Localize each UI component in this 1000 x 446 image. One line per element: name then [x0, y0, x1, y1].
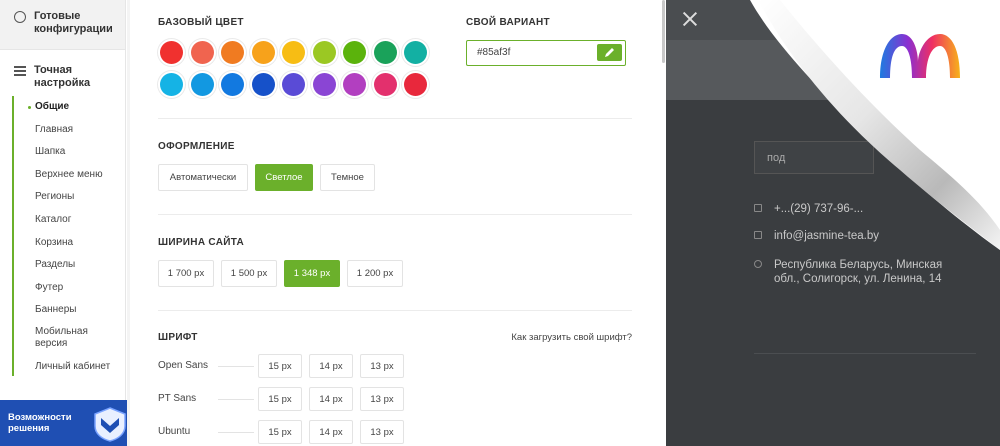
color-swatch[interactable] [373, 73, 397, 96]
font-name-pt-sans: PT Sans [158, 393, 197, 404]
divider [218, 399, 254, 400]
font-name-open-sans: Open Sans [158, 360, 209, 371]
width-option-1700[interactable]: 1 700 px [158, 260, 214, 287]
sidebar-item-label: Готовые конфигурации [34, 10, 113, 35]
color-swatch[interactable] [373, 41, 397, 64]
divider [158, 214, 632, 215]
font-size-option[interactable]: 14 px [309, 387, 353, 411]
design-option-dark[interactable]: Темное [320, 164, 375, 191]
color-swatch[interactable] [251, 41, 275, 64]
divider [218, 366, 254, 367]
color-picker-button[interactable] [597, 44, 622, 61]
sliders-icon [14, 66, 26, 76]
font-name-ubuntu: Ubuntu [158, 426, 191, 437]
color-swatch[interactable] [282, 73, 305, 96]
width-option-1200[interactable]: 1 200 px [347, 260, 403, 287]
sidebar-submenu: Общие Главная Шапка Верхнее меню Регионы… [0, 96, 125, 379]
location-icon [754, 260, 762, 268]
sidebar-item-label: Точная настройка [34, 64, 91, 89]
sidebar-item-account[interactable]: Личный кабинет [0, 356, 125, 379]
sidebar-item-mobile[interactable]: Мобильная версия [0, 322, 100, 356]
font-size-option[interactable]: 13 px [360, 420, 404, 444]
preview-address: Республика Беларусь, Минская обл., Солиг… [754, 258, 954, 286]
shield-logo-icon [94, 407, 126, 442]
color-swatch[interactable] [312, 73, 336, 96]
custom-color-title: СВОЙ ВАРИАНТ [466, 17, 550, 28]
sidebar-item-sections[interactable]: Разделы [0, 254, 125, 277]
sidebar-item-fine-tuning[interactable]: Точная настройка [0, 50, 125, 90]
promo-banner[interactable]: Возможности решения [0, 400, 130, 446]
preset-icon [14, 11, 26, 23]
sidebar-item-banners[interactable]: Баннеры [0, 299, 125, 322]
color-swatch[interactable] [221, 73, 244, 96]
custom-color-field[interactable]: #85af3f [466, 40, 626, 66]
sidebar-item-catalog[interactable]: Каталог [0, 209, 125, 232]
font-size-option[interactable]: 15 px [258, 420, 302, 444]
divider [158, 118, 632, 119]
divider [754, 353, 976, 354]
promo-text: Возможности решения [8, 412, 72, 434]
color-swatch[interactable] [312, 41, 336, 64]
sidebar-item-footer[interactable]: Футер [0, 277, 125, 300]
color-swatch[interactable] [251, 73, 275, 96]
scrollbar-thumb[interactable] [662, 0, 665, 63]
width-option-1348[interactable]: 1 348 px [284, 260, 340, 287]
sidebar-item-top-menu[interactable]: Верхнее меню [0, 164, 125, 187]
color-swatch[interactable] [282, 41, 305, 64]
font-size-option[interactable]: 13 px [360, 354, 404, 378]
width-option-1500[interactable]: 1 500 px [221, 260, 277, 287]
width-title: ШИРИНА САЙТА [158, 237, 244, 248]
divider [158, 310, 632, 311]
color-swatch[interactable] [343, 41, 366, 64]
font-size-option[interactable]: 14 px [309, 354, 353, 378]
color-swatch[interactable] [190, 41, 214, 64]
sidebar-item-ready-configs[interactable]: Готовые конфигурации [0, 0, 125, 50]
color-swatch[interactable] [160, 41, 183, 64]
design-option-auto[interactable]: Автоматически [158, 164, 248, 191]
settings-panel: БАЗОВЫЙ ЦВЕТ СВОЙ ВАРИАНТ #85af3f ОФОРМЛ… [130, 0, 652, 446]
sidebar-item-general[interactable]: Общие [0, 96, 125, 119]
divider [218, 432, 254, 433]
design-title: ОФОРМЛЕНИЕ [158, 141, 235, 152]
settings-sidebar: Готовые конфигурации Точная настройка Об… [0, 0, 126, 446]
color-swatch[interactable] [404, 41, 427, 64]
sidebar-item-main[interactable]: Главная [0, 119, 125, 142]
sidebar-item-header[interactable]: Шапка [0, 141, 125, 164]
sidebar-item-regions[interactable]: Регионы [0, 186, 125, 209]
close-icon[interactable] [682, 11, 698, 27]
font-size-option[interactable]: 15 px [258, 387, 302, 411]
color-swatch[interactable] [404, 73, 427, 96]
color-swatch[interactable] [221, 41, 244, 64]
design-option-light[interactable]: Светлое [255, 164, 313, 191]
custom-color-value: #85af3f [477, 47, 511, 58]
color-swatch[interactable] [160, 73, 183, 96]
font-size-option[interactable]: 15 px [258, 354, 302, 378]
font-size-option[interactable]: 13 px [360, 387, 404, 411]
upload-font-link[interactable]: Как загрузить свой шрифт? [511, 332, 632, 343]
sidebar-item-cart[interactable]: Корзина [0, 232, 125, 255]
pencil-icon [605, 48, 614, 57]
font-title: ШРИФТ [158, 332, 198, 343]
base-color-title: БАЗОВЫЙ ЦВЕТ [158, 17, 244, 28]
font-size-option[interactable]: 14 px [309, 420, 353, 444]
color-swatch[interactable] [343, 73, 366, 96]
color-swatch[interactable] [190, 73, 214, 96]
page-curl [750, 0, 1000, 250]
